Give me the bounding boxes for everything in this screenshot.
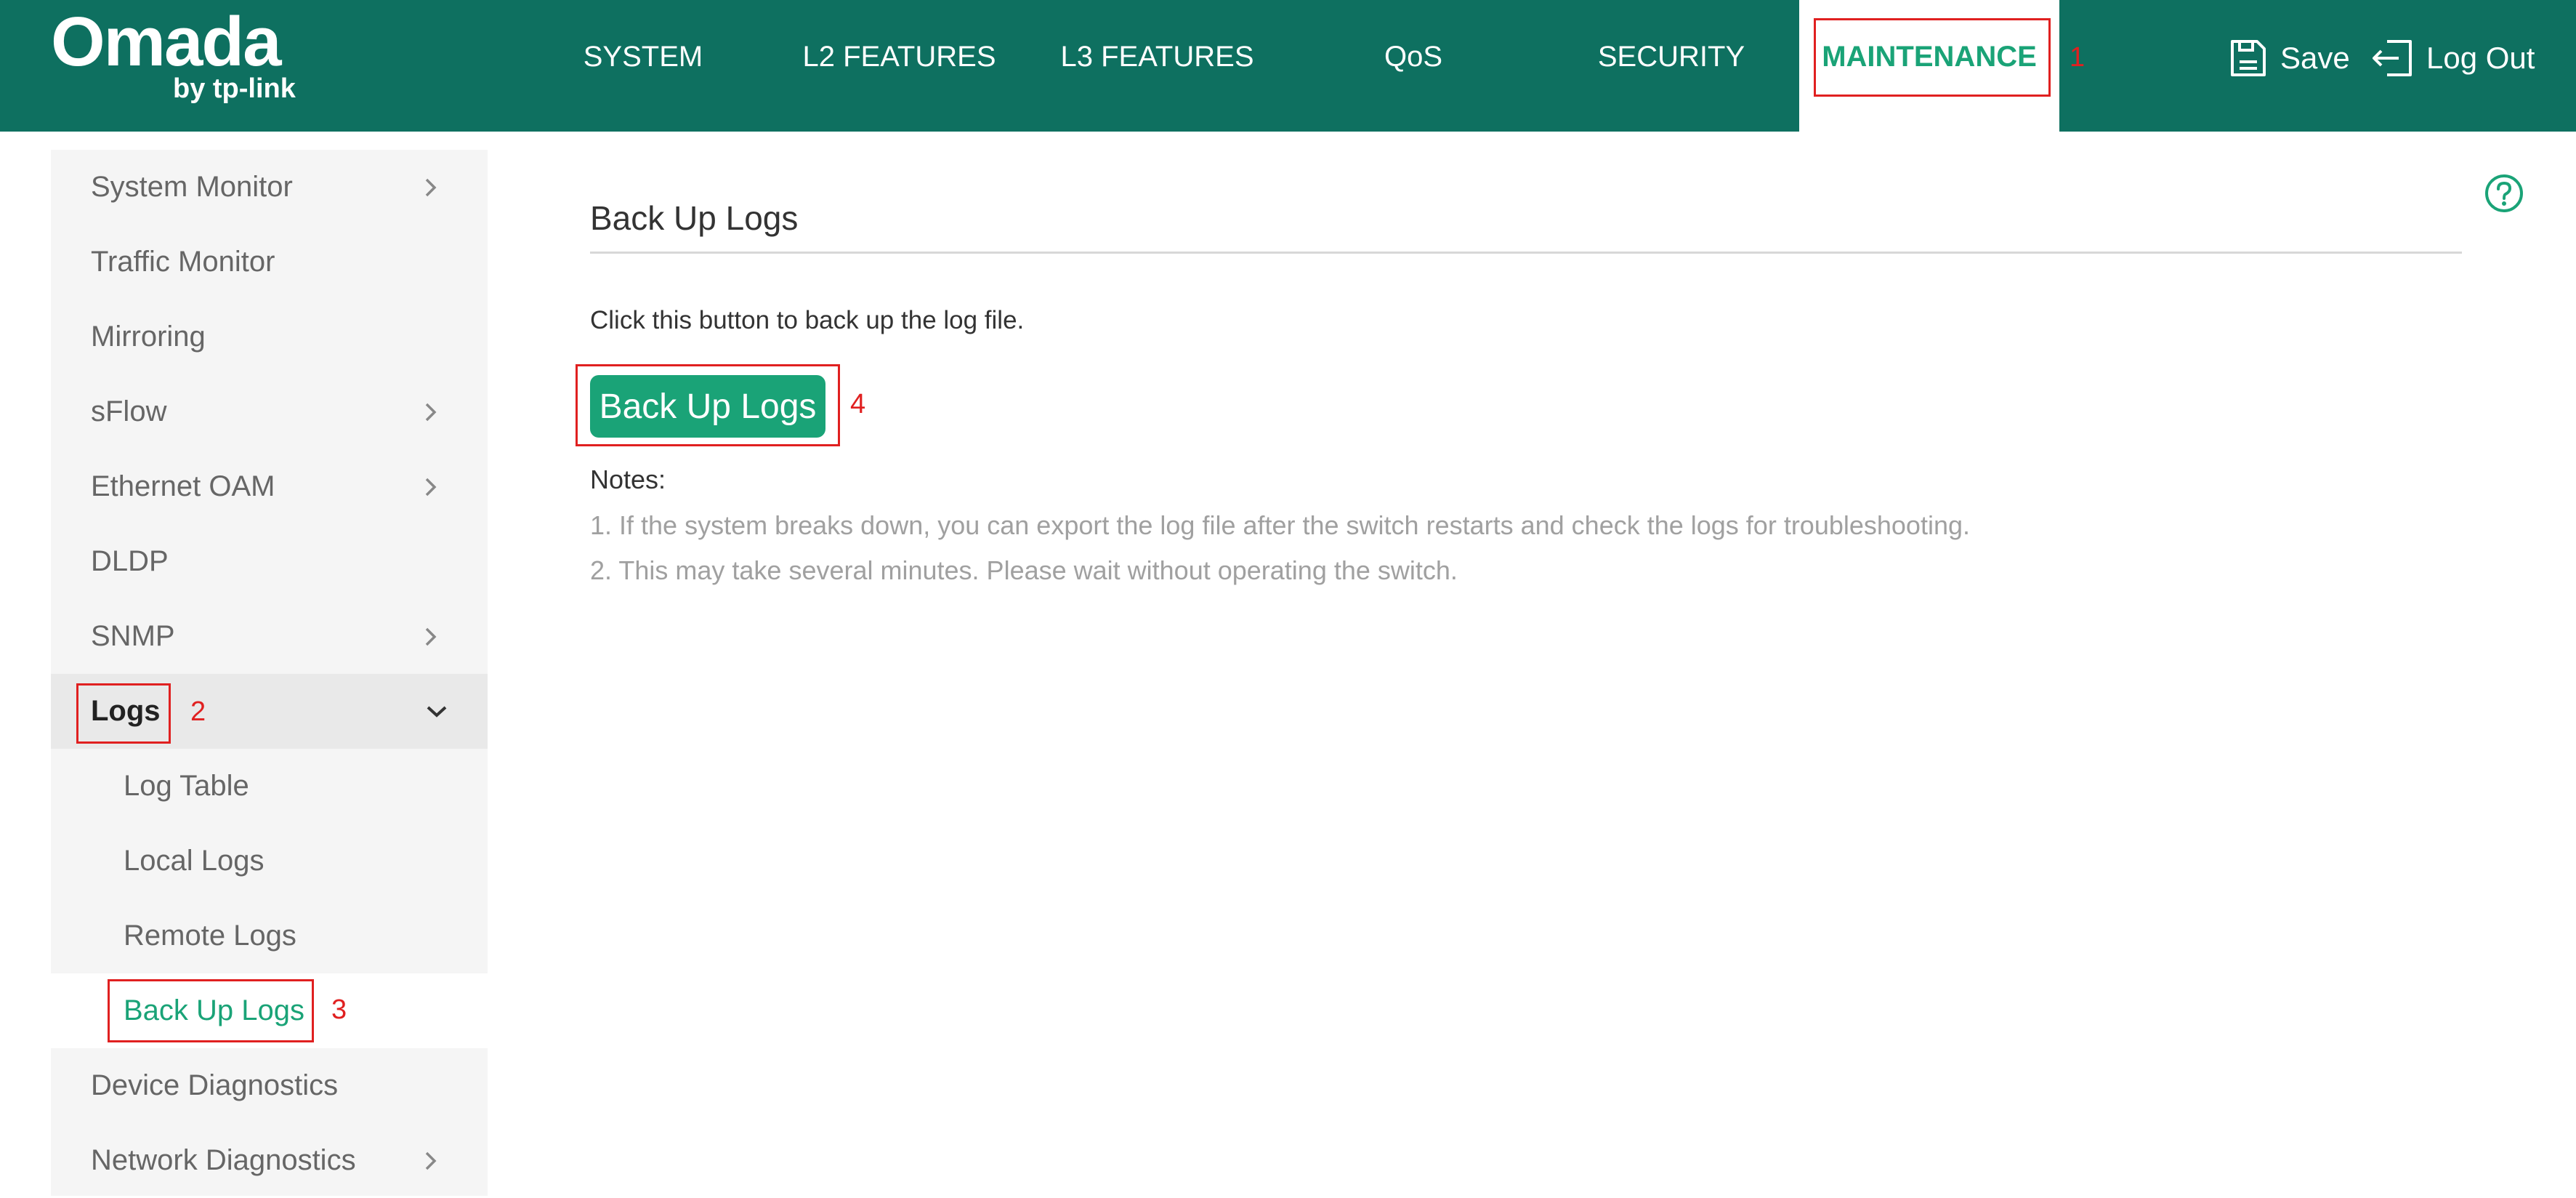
sidebar-item-device-diagnostics[interactable]: Device Diagnostics	[51, 1048, 488, 1123]
sidebar-item-network-diagnostics[interactable]: Network Diagnostics	[51, 1123, 488, 1198]
nav-l2-features[interactable]: L2 FEATURES	[792, 0, 1006, 132]
description-text: Click this button to back up the log fil…	[590, 306, 1025, 334]
annotation-label-4: 4	[850, 389, 866, 419]
note-item: 1. If the system breaks down, you can ex…	[590, 510, 1970, 540]
sidebar-item-local-logs[interactable]: Local Logs	[51, 824, 488, 898]
logo-subtext: by tp-link	[173, 73, 296, 104]
page-title: Back Up Logs	[590, 199, 799, 237]
save-icon	[2231, 40, 2266, 76]
sidebar-item-label: DLDP	[91, 545, 169, 577]
annotation-label-3: 3	[331, 994, 347, 1025]
sidebar-item-dldp[interactable]: DLDP	[51, 524, 488, 599]
save-label: Save	[2280, 41, 2350, 75]
sidebar-item-label: Mirroring	[91, 321, 206, 353]
save-button[interactable]: Save	[2229, 38, 2350, 79]
note-item: 2. This may take several minutes. Please…	[590, 555, 1458, 585]
chevron-right-icon	[425, 627, 437, 646]
sidebar-item-mirroring[interactable]: Mirroring	[51, 300, 488, 374]
annotation-box-1	[1814, 18, 2051, 97]
logout-label: Log Out	[2426, 41, 2535, 75]
annotation-label-1: 1	[2070, 42, 2086, 73]
annotation-label-2: 2	[190, 696, 206, 727]
main-content: Back Up Logs Click this button to back u…	[576, 132, 2465, 1193]
help-icon[interactable]	[2484, 173, 2524, 214]
chevron-down-icon	[427, 706, 447, 717]
nav-qos[interactable]: QoS	[1344, 0, 1482, 132]
sidebar-item-ethernet-oam[interactable]: Ethernet OAM	[51, 449, 488, 524]
logout-icon	[2373, 40, 2412, 76]
sidebar-item-traffic-monitor[interactable]: Traffic Monitor	[51, 225, 488, 300]
annotation-box-4	[576, 364, 840, 446]
sidebar-item-label: Device Diagnostics	[91, 1069, 339, 1101]
sidebar-item-label: Remote Logs	[124, 920, 296, 952]
sidebar-item-label: Network Diagnostics	[91, 1144, 356, 1176]
sidebar-item-snmp[interactable]: SNMP	[51, 599, 488, 674]
nav-system[interactable]: SYSTEM	[560, 0, 727, 132]
sidebar-item-label: Traffic Monitor	[91, 246, 275, 278]
sidebar-item-label: Ethernet OAM	[91, 470, 275, 502]
sidebar-item-label: Local Logs	[124, 845, 265, 877]
logo-text: Omada	[51, 3, 281, 81]
sidebar-menu: System Monitor Traffic Monitor Mirroring…	[51, 150, 488, 1196]
chevron-right-icon	[425, 178, 437, 197]
chevron-right-icon	[425, 1151, 437, 1170]
nav-l3-features[interactable]: L3 FEATURES	[1054, 0, 1261, 132]
sidebar-item-label: sFlow	[91, 395, 167, 427]
sidebar-item-log-table[interactable]: Log Table	[51, 749, 488, 824]
chevron-right-icon	[425, 403, 437, 422]
logout-button[interactable]: Log Out	[2371, 38, 2535, 79]
sidebar-item-label: SNMP	[91, 620, 175, 652]
title-divider	[590, 252, 2462, 254]
chevron-right-icon	[425, 478, 437, 497]
annotation-box-3	[108, 979, 314, 1042]
sidebar-item-label: System Monitor	[91, 171, 293, 203]
omada-logo[interactable]: Omada by tp-link	[51, 6, 298, 108]
sidebar-item-system-monitor[interactable]: System Monitor	[51, 150, 488, 225]
sidebar-item-sflow[interactable]: sFlow	[51, 374, 488, 449]
nav-security[interactable]: SECURITY	[1577, 0, 1766, 132]
sidebar-item-remote-logs[interactable]: Remote Logs	[51, 898, 488, 973]
annotation-box-2	[76, 683, 171, 744]
sidebar-item-label: Log Table	[124, 770, 249, 802]
top-header: Omada by tp-link SYSTEM L2 FEATURES L3 F…	[0, 0, 2576, 132]
notes-title: Notes:	[590, 465, 666, 494]
